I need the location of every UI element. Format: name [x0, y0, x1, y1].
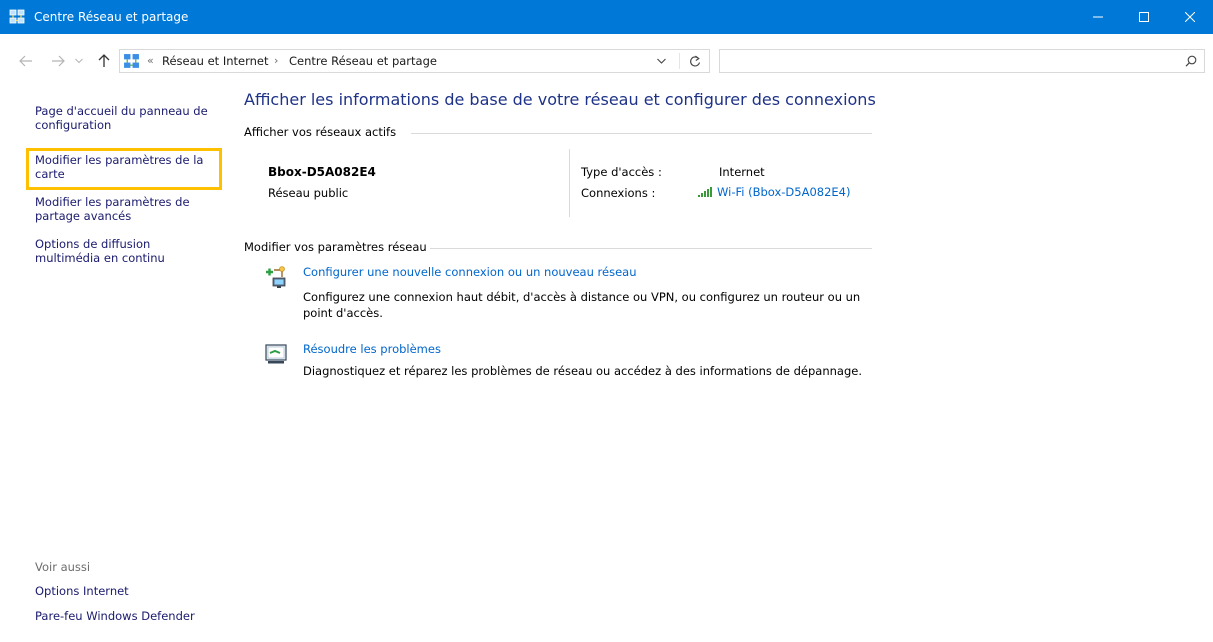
setup-new-connection-description: Configurez une connexion haut débit, d'a… — [303, 290, 861, 320]
sidebar-link-adapter-settings[interactable]: Modifier les paramètres de la carte — [35, 153, 215, 181]
address-bar[interactable]: « Réseau et Internet › Centre Réseau et … — [119, 49, 710, 73]
wifi-signal-icon — [698, 187, 712, 197]
address-dropdown-button[interactable] — [651, 50, 671, 72]
window-title: Centre Réseau et partage — [34, 10, 189, 24]
maximize-button[interactable] — [1121, 0, 1167, 34]
active-networks-header: Afficher vos réseaux actifs — [244, 125, 397, 139]
minimize-button[interactable] — [1075, 0, 1121, 34]
back-button[interactable] — [16, 49, 36, 73]
troubleshoot-icon — [264, 341, 290, 367]
title-bar: Centre Réseau et partage — [0, 0, 1213, 34]
close-icon — [1185, 12, 1195, 22]
up-button[interactable] — [94, 49, 114, 73]
see-also-link-internet-options[interactable]: Options Internet — [35, 584, 225, 598]
network-center-icon — [9, 9, 25, 25]
refresh-button[interactable] — [681, 50, 709, 72]
section-divider — [411, 133, 872, 134]
breadcrumb-reseau-internet[interactable]: Réseau et Internet — [162, 50, 269, 72]
search-icon — [1185, 55, 1197, 67]
maximize-icon — [1139, 12, 1149, 22]
sidebar-link-media-streaming[interactable]: Options de diffusion multimédia en conti… — [35, 237, 205, 265]
address-divider — [679, 53, 680, 69]
search-input[interactable] — [724, 52, 1174, 70]
see-also-link-firewall[interactable]: Pare-feu Windows Defender — [35, 609, 225, 623]
chevron-down-icon — [75, 58, 83, 64]
chevron-down-icon — [656, 58, 666, 64]
network-name: Bbox-D5A082E4 — [268, 165, 376, 179]
arrow-left-icon — [19, 55, 32, 67]
breadcrumb-separator[interactable]: › — [274, 50, 278, 72]
connections-label: Connexions : — [581, 186, 656, 200]
access-type-value: Internet — [719, 165, 765, 179]
breadcrumb-centre-reseau[interactable]: Centre Réseau et partage — [289, 50, 437, 72]
vertical-divider — [569, 149, 570, 217]
navigation-bar: « Réseau et Internet › Centre Réseau et … — [0, 34, 1213, 90]
setup-new-connection-link[interactable]: Configurer une nouvelle connexion ou un … — [303, 265, 636, 279]
access-type-label: Type d'accès : — [581, 165, 662, 179]
breadcrumb-overflow[interactable]: « — [147, 50, 154, 72]
forward-button[interactable] — [48, 49, 68, 73]
refresh-icon — [690, 55, 701, 66]
network-category[interactable]: Réseau public — [268, 186, 348, 200]
search-box[interactable] — [719, 49, 1205, 73]
troubleshoot-description: Diagnostiquez et réparez les problèmes d… — [303, 364, 862, 378]
wifi-connection-link[interactable]: Wi-Fi (Bbox-D5A082E4) — [697, 185, 850, 199]
recent-locations-button[interactable] — [72, 49, 86, 73]
sidebar-link-control-panel-home[interactable]: Page d'accueil du panneau de configurati… — [35, 104, 225, 132]
page-title: Afficher les informations de base de vot… — [244, 90, 876, 109]
wifi-connection-label[interactable]: Wi-Fi (Bbox-D5A082E4) — [717, 185, 850, 199]
arrow-up-icon — [98, 54, 110, 67]
network-center-icon — [123, 53, 140, 70]
minimize-icon — [1093, 16, 1103, 18]
see-also-title: Voir aussi — [35, 560, 91, 574]
arrow-right-icon — [52, 55, 65, 67]
change-settings-header: Modifier vos paramètres réseau — [244, 240, 427, 254]
new-connection-icon — [264, 264, 290, 290]
search-button[interactable] — [1182, 52, 1200, 70]
section-divider — [430, 248, 872, 249]
close-button[interactable] — [1167, 0, 1213, 34]
sidebar-link-advanced-sharing[interactable]: Modifier les paramètres de partage avanc… — [35, 195, 205, 223]
troubleshoot-link[interactable]: Résoudre les problèmes — [303, 342, 441, 356]
